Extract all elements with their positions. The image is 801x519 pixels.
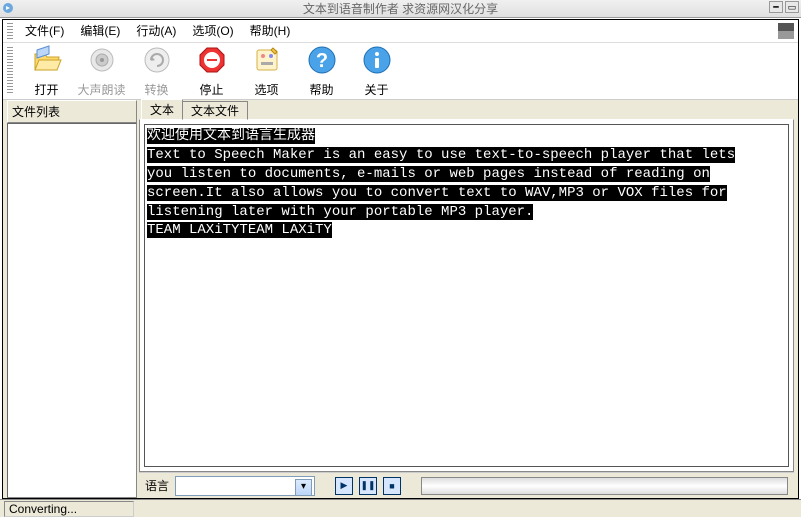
progress-slider[interactable] — [421, 477, 788, 495]
status-text: Converting... — [4, 501, 134, 517]
menu-help[interactable]: 帮助(H) — [242, 20, 299, 41]
stop-button[interactable]: 停止 — [184, 44, 239, 98]
window-title: 文本到语音制作者 求资源网汉化分享 — [303, 0, 498, 17]
pause-icon: ❚❚ — [360, 480, 375, 491]
language-label: 语言 — [145, 477, 169, 494]
about-label: 关于 — [364, 81, 388, 98]
menu-action[interactable]: 行动(A) — [128, 20, 184, 41]
play-icon: ▶ — [341, 480, 348, 491]
about-button[interactable]: 关于 — [349, 44, 404, 98]
read-label: 大声朗读 — [77, 81, 125, 98]
read-aloud-button[interactable]: 大声朗读 — [74, 44, 129, 98]
open-button[interactable]: 打开 — [19, 44, 74, 98]
main-area: 文本 文本文件 欢迎使用文本到语言生成器 Text to Speech Make… — [139, 100, 794, 498]
open-label: 打开 — [34, 81, 58, 98]
play-button[interactable]: ▶ — [335, 477, 353, 495]
convert-icon — [141, 44, 173, 79]
menu-options[interactable]: 选项(O) — [184, 20, 241, 41]
help-icon: ? — [306, 44, 338, 79]
stop-media-button[interactable]: ■ — [383, 477, 401, 495]
toolbar-grip-icon — [7, 47, 13, 95]
app-icon — [2, 2, 14, 14]
options-label: 选项 — [254, 81, 278, 98]
tab-text-file[interactable]: 文本文件 — [182, 101, 248, 120]
body-area: 文件列表 文本 文本文件 欢迎使用文本到语言生成器 Text to Speech… — [3, 100, 798, 498]
bottom-bar: 语言 ▶ ❚❚ ■ — [139, 472, 794, 498]
options-icon — [251, 44, 283, 79]
convert-button[interactable]: 转换 — [129, 44, 184, 98]
open-icon — [31, 44, 63, 79]
stop-media-icon: ■ — [389, 481, 394, 491]
help-label: 帮助 — [309, 81, 333, 98]
editor-line1: 欢迎使用文本到语言生成器 — [147, 128, 315, 144]
title-bar: 文本到语音制作者 求资源网汉化分享 ━ ▭ — [0, 0, 801, 18]
editor-line6: TEAM LAXiTYTEAM LAXiTY — [147, 222, 332, 238]
file-list[interactable] — [7, 123, 137, 498]
menubar-grip-icon — [7, 23, 13, 39]
editor-line3: you listen to documents, e-mails or web … — [147, 166, 710, 182]
text-panel: 欢迎使用文本到语言生成器 Text to Speech Maker is an … — [139, 119, 794, 472]
editor-line5: listening later with your portable MP3 p… — [147, 204, 533, 220]
info-icon — [361, 44, 393, 79]
editor-line2: Text to Speech Maker is an easy to use t… — [147, 147, 735, 163]
app-frame: 文件(F) 编辑(E) 行动(A) 选项(O) 帮助(H) 打开 大声朗读 转换 — [2, 19, 799, 499]
menu-file[interactable]: 文件(F) — [17, 20, 72, 41]
language-select[interactable] — [175, 476, 315, 496]
window-buttons: ━ ▭ — [769, 1, 799, 13]
stop-label: 停止 — [199, 81, 223, 98]
sidebar: 文件列表 — [7, 100, 137, 498]
stop-icon — [196, 44, 228, 79]
maximize-button[interactable]: ▭ — [785, 1, 799, 13]
help-button[interactable]: ? 帮助 — [294, 44, 349, 98]
menubar-right-icon — [778, 23, 794, 39]
editor-line4: screen.It also allows you to convert tex… — [147, 185, 727, 201]
menu-edit[interactable]: 编辑(E) — [72, 20, 128, 41]
toolbar: 打开 大声朗读 转换 停止 选项 — [3, 42, 798, 100]
tabs: 文本 文本文件 — [139, 100, 794, 120]
convert-label: 转换 — [144, 81, 168, 98]
svg-text:?: ? — [315, 50, 327, 72]
minimize-button[interactable]: ━ — [769, 1, 783, 13]
menu-bar: 文件(F) 编辑(E) 行动(A) 选项(O) 帮助(H) — [3, 20, 798, 42]
pause-button[interactable]: ❚❚ — [359, 477, 377, 495]
options-button[interactable]: 选项 — [239, 44, 294, 98]
speaker-icon — [86, 44, 118, 79]
tab-text[interactable]: 文本 — [141, 99, 183, 120]
status-bar: Converting... — [0, 499, 801, 517]
sidebar-title: 文件列表 — [7, 100, 137, 123]
text-editor[interactable]: 欢迎使用文本到语言生成器 Text to Speech Maker is an … — [144, 124, 789, 467]
